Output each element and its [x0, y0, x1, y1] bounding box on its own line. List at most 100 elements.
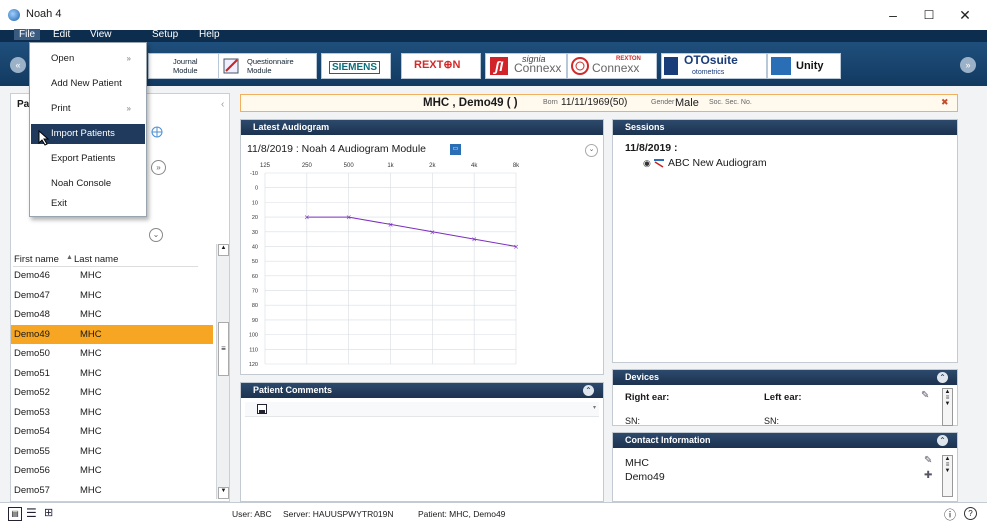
status-user: User: ABC — [232, 509, 272, 519]
maximize-button[interactable]: ☐ — [914, 4, 944, 26]
scroll-down-button[interactable]: ▼ — [218, 487, 229, 499]
y-tick-label: 70 — [252, 289, 258, 295]
patient-list-scrollbar[interactable]: ▲ ≡ ▼ — [216, 244, 229, 499]
noah-app-icon — [8, 9, 20, 21]
filter-expand-button[interactable]: ⌄ — [149, 228, 163, 242]
comments-toolbar: ▾ — [245, 402, 599, 417]
view-list-icon[interactable]: ☰ — [26, 506, 37, 520]
y-tick-label: 40 — [252, 244, 258, 250]
menu-item-print[interactable]: Print » — [31, 99, 145, 119]
comments-collapse-icon[interactable]: ⌃ — [583, 385, 594, 396]
signia-connexx-tile[interactable]: ʃI signia Connexx — [485, 53, 567, 79]
y-tick-label: 90 — [252, 318, 258, 324]
unity-tile[interactable]: Unity — [767, 53, 841, 79]
data-point-marker: × — [388, 221, 394, 229]
menu-item-add-new-patient[interactable]: Add New Patient — [31, 74, 145, 94]
comments-textarea[interactable] — [245, 418, 599, 498]
first-name: Demo53 — [14, 406, 50, 418]
x-tick-label: 125 — [260, 163, 271, 169]
data-point-marker: × — [513, 243, 519, 251]
patient-row[interactable]: Demo50 MHC — [11, 344, 213, 364]
menu-item-label: Print — [51, 103, 71, 114]
sessions-panel: Sessions 11/8/2019 : ◉ ABC New Audiogram — [612, 119, 958, 363]
menu-file[interactable]: File — [14, 29, 41, 40]
comments-panel-title: Patient Comments — [241, 383, 603, 398]
menu-bar: File Edit View Setup Help — [0, 29, 987, 42]
rexton-connexx-tile[interactable]: REXTON Connexx — [567, 53, 657, 79]
menu-view[interactable]: View — [90, 29, 112, 40]
x-tick-label: 2k — [429, 163, 436, 169]
add-contact-icon[interactable]: ✚ — [924, 470, 932, 481]
first-name: Demo56 — [14, 465, 50, 476]
sort-icon[interactable]: ▲ — [66, 254, 73, 261]
audiogram-expand-button[interactable]: ⌄ — [585, 144, 598, 157]
journal-module-tile[interactable]: Journal Module — [148, 53, 220, 79]
menu-item-label: Noah Console — [51, 178, 112, 189]
first-name: Demo49 — [14, 328, 50, 340]
edit-contact-icon[interactable]: ✎ — [924, 455, 932, 466]
first-name: Demo54 — [14, 426, 50, 437]
ribbon-nav-right-button[interactable]: » — [960, 57, 976, 73]
col-first-name[interactable]: First name — [14, 254, 59, 265]
minimize-button[interactable]: – — [878, 4, 908, 26]
menu-edit[interactable]: Edit — [53, 29, 70, 40]
info-icon[interactable]: ⓘ — [944, 506, 956, 523]
status-bar: ▤ ☰ ⊞ User: ABC Server: HAUUSPWYTR019N P… — [0, 502, 987, 524]
menu-setup[interactable]: Setup — [152, 29, 178, 40]
patient-row[interactable]: Demo56 MHC — [11, 461, 213, 481]
patient-row[interactable]: Demo46 MHC — [11, 266, 213, 286]
collapse-left-icon[interactable]: ‹ — [221, 99, 224, 110]
col-last-name[interactable]: Last name — [74, 254, 118, 265]
toolbar-overflow-icon[interactable]: ▾ — [593, 404, 596, 411]
view-grid-icon[interactable]: ⊞ — [44, 506, 53, 519]
patient-row[interactable]: Demo53 MHC — [11, 403, 213, 423]
x-tick-label: 250 — [302, 163, 313, 169]
submenu-arrow-icon: » — [126, 54, 131, 63]
siemens-module-tile[interactable]: SIEMENS — [321, 53, 391, 79]
ribbon-nav-left-button[interactable]: « — [10, 57, 26, 73]
mouse-cursor-icon — [38, 130, 50, 146]
globe-icon[interactable] — [151, 126, 163, 138]
panel-title: Pa — [17, 99, 30, 110]
right-sn-label: SN: — [625, 416, 641, 426]
otometrics-label: otometrics — [692, 69, 725, 76]
help-icon[interactable]: ? — [964, 507, 977, 520]
scroll-thumb[interactable]: ≡ — [218, 322, 229, 376]
data-point-marker: × — [346, 214, 352, 222]
devices-collapse-icon[interactable]: ⌃ — [937, 372, 948, 383]
rexton-module-tile[interactable]: REXT⊕N — [401, 53, 481, 79]
patient-row[interactable]: Demo52 MHC — [11, 383, 213, 403]
patient-row[interactable]: Demo47 MHC — [11, 286, 213, 306]
otosuite-tile[interactable]: OTOsuite otometrics — [661, 53, 767, 79]
y-tick-label: 50 — [252, 259, 258, 265]
contact-scrollbar[interactable]: ▲ ≡ ▼ — [942, 455, 953, 497]
questionnaire-icon — [223, 58, 239, 74]
view-card-icon[interactable]: ▤ — [8, 507, 22, 521]
patient-row[interactable]: Demo48 MHC — [11, 305, 213, 325]
menu-item-noah-console[interactable]: Noah Console — [31, 174, 145, 194]
contact-collapse-icon[interactable]: ⌃ — [937, 435, 948, 446]
edit-devices-icon[interactable]: ✎ — [921, 390, 929, 401]
patient-row[interactable]: Demo51 MHC — [11, 364, 213, 384]
y-tick-label: 20 — [252, 215, 258, 221]
patient-row-selected[interactable]: Demo49 MHC — [11, 324, 213, 344]
search-expand-button[interactable]: » — [151, 160, 166, 175]
menu-item-export-patients[interactable]: Export Patients — [31, 149, 145, 169]
menu-item-label: Add New Patient — [51, 78, 122, 89]
data-point-marker: × — [429, 228, 435, 236]
audiogram-module-icon[interactable]: ▭ — [450, 144, 461, 155]
save-icon[interactable] — [257, 404, 267, 414]
session-item[interactable]: ABC New Audiogram — [668, 157, 767, 169]
menu-item-open[interactable]: Open » — [31, 49, 145, 69]
gender-value: Male — [675, 97, 699, 109]
menu-help[interactable]: Help — [199, 29, 220, 40]
devices-scrollbar[interactable]: ▲ ≡ ▼ — [942, 388, 953, 426]
close-button[interactable]: ✕ — [950, 4, 980, 26]
patient-row[interactable]: Demo54 MHC — [11, 422, 213, 442]
patient-row[interactable]: Demo57 MHC — [11, 481, 213, 501]
menu-item-exit[interactable]: Exit — [31, 194, 145, 214]
close-patient-icon[interactable]: ✖ — [941, 97, 949, 108]
patient-row[interactable]: Demo55 MHC — [11, 442, 213, 462]
scroll-up-button[interactable]: ▲ — [218, 244, 229, 256]
questionnaire-module-tile[interactable]: Questionnaire Module — [218, 53, 317, 79]
